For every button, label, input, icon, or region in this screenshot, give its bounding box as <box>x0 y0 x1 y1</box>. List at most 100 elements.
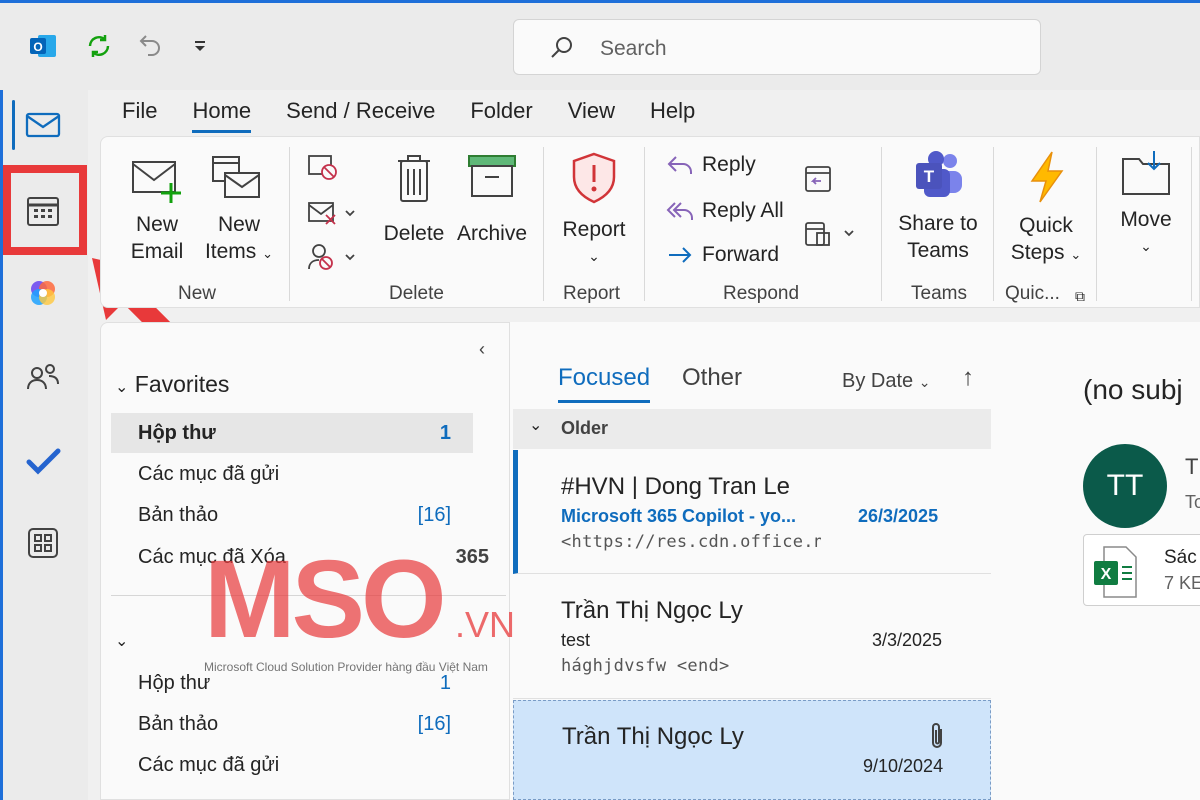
undo-icon[interactable] <box>132 29 166 63</box>
forward-icon <box>669 247 692 263</box>
group-header-older[interactable]: ⌄ Older <box>513 409 991 449</box>
tab-file[interactable]: File <box>122 98 157 133</box>
ribbon-divider <box>644 147 645 301</box>
reply-label: Reply <box>702 153 756 176</box>
attachment-card[interactable]: X Sác 7 KE <box>1083 534 1200 606</box>
tab-other[interactable]: Other <box>682 364 742 392</box>
group-quick-label: Quic... <box>1005 283 1060 304</box>
chevron-down-icon: ⌄ <box>1140 238 1152 254</box>
collapse-pane-icon[interactable]: ‹ <box>479 339 485 360</box>
ribbon-divider <box>289 147 290 301</box>
svg-text:O: O <box>33 40 42 54</box>
share-to-teams-button[interactable]: T Share to Teams <box>897 149 979 264</box>
meeting-reply-button[interactable] <box>803 163 835 202</box>
tab-focused[interactable]: Focused <box>558 364 651 403</box>
calendar-reply-icon <box>805 166 831 192</box>
ribbon-divider <box>993 147 994 301</box>
message-subject: (no subj <box>1083 374 1183 405</box>
favorites-header[interactable]: ⌄ Favorites <box>115 371 229 398</box>
tab-folder[interactable]: Folder <box>470 98 532 133</box>
archive-icon <box>468 155 516 197</box>
group-teams-label: Teams <box>911 283 967 304</box>
reply-icon <box>667 156 692 174</box>
report-button[interactable]: Report ⌄ <box>561 151 627 270</box>
ribbon-divider <box>881 147 882 301</box>
ribbon-divider <box>543 147 544 301</box>
more-respond-icon <box>805 222 854 246</box>
new-items-button[interactable] <box>205 151 265 214</box>
mail-item-selected[interactable]: Trần Thị Ngọc Ly 9/10/2024 <box>513 700 991 800</box>
menu-tabs: File Home Send / Receive Folder View Hel… <box>122 98 730 133</box>
title-bar: O Search <box>0 0 1200 90</box>
clean-up-button[interactable] <box>306 199 358 236</box>
sync-icon[interactable] <box>82 29 116 63</box>
account-header[interactable]: ⌄ <box>115 625 128 652</box>
mail-item[interactable]: #HVN | Dong Tran Le Microsoft 365 Copilo… <box>513 450 991 574</box>
ignore-icon <box>308 155 337 180</box>
mail-sender: Trần Thị Ngọc Ly <box>561 597 743 624</box>
reply-button[interactable]: Reply <box>666 153 756 177</box>
group-respond-label: Respond <box>723 283 800 304</box>
quick-steps-button[interactable]: Quick Steps ⌄ <box>1005 149 1087 268</box>
avatar[interactable]: TT <box>1083 444 1167 528</box>
move-button[interactable]: Move ⌄ <box>1111 149 1181 260</box>
sort-direction-icon[interactable]: ↑ <box>962 364 974 392</box>
folder-label: Các mục đã gửi <box>138 463 280 485</box>
reply-all-label: Reply All <box>702 199 784 222</box>
chevron-down-icon: ⌄ <box>115 379 129 396</box>
chevron-down-icon: ⌄ <box>115 633 129 650</box>
folder-sent-favorite[interactable]: Các mục đã gửi <box>111 454 473 494</box>
ignore-button[interactable] <box>306 153 340 190</box>
paperclip-icon <box>926 721 948 756</box>
mail-item[interactable]: Trần Thị Ngọc Ly test 3/3/2025 hághjdvsf… <box>513 575 991 699</box>
folder-drafts[interactable]: Bản thảo [16] <box>111 704 473 744</box>
people-icon[interactable] <box>22 356 64 398</box>
attachment-size: 7 KE <box>1164 573 1200 593</box>
new-items-icon <box>212 156 260 198</box>
folder-label: Các mục đã gửi <box>138 754 280 776</box>
junk-button[interactable] <box>306 241 358 280</box>
message-list: Focused Other By Date ⌄ ↑ ⌄ Older #HVN |… <box>510 322 1040 800</box>
new-email-button[interactable] <box>129 157 185 214</box>
todo-icon[interactable] <box>22 440 64 482</box>
chevron-down-icon: ⌄ <box>529 417 543 434</box>
tab-view[interactable]: View <box>568 98 615 133</box>
copilot-icon[interactable] <box>22 272 64 314</box>
delete-button[interactable]: Delete <box>383 151 445 247</box>
mail-icon[interactable] <box>22 104 64 146</box>
more-apps-icon[interactable] <box>22 522 64 564</box>
trash-icon <box>398 155 430 202</box>
archive-button[interactable]: Archive <box>457 151 527 247</box>
delete-label: Delete <box>383 222 445 245</box>
reading-pane: (no subj TT T To X Sác 7 KE <box>1025 322 1200 800</box>
folder-sent[interactable]: Các mục đã gửi <box>111 745 473 785</box>
tab-send-receive[interactable]: Send / Receive <box>286 98 435 133</box>
tab-home[interactable]: Home <box>192 98 252 133</box>
folder-label: Hộp thư <box>138 422 216 444</box>
folder-label: Bản thảo <box>138 713 219 735</box>
folder-inbox[interactable]: Hộp thư 1 <box>111 663 473 703</box>
search-input[interactable]: Search <box>513 19 1041 75</box>
group-label: Older <box>561 418 609 438</box>
folder-inbox-favorite[interactable]: Hộp thư 1 <box>111 413 473 453</box>
folder-label: Bản thảo <box>138 504 219 526</box>
more-respond-button[interactable] <box>803 217 859 256</box>
lightning-icon <box>1030 151 1064 203</box>
customize-toolbar-icon[interactable] <box>183 29 217 63</box>
folder-drafts-favorite[interactable]: Bản thảo [16] <box>111 495 473 535</box>
forward-button[interactable]: Forward <box>666 243 779 267</box>
sort-dropdown[interactable]: By Date ⌄ <box>842 370 930 393</box>
folder-deleted-favorite[interactable]: Các mục đã Xóa 365 <box>111 537 489 577</box>
unread-count: 1 <box>439 422 451 444</box>
sort-label: By Date <box>842 370 914 392</box>
folder-label: Hộp thư <box>138 672 211 694</box>
ribbon-divider <box>1096 147 1097 301</box>
calendar-highlight-box <box>3 165 87 255</box>
group-new-label: New <box>178 283 217 304</box>
active-indicator <box>12 100 15 150</box>
dialog-launcher-icon[interactable]: ⧉ <box>1075 283 1085 310</box>
reply-all-button[interactable]: Reply All <box>666 199 784 223</box>
tab-help[interactable]: Help <box>650 98 695 133</box>
move-folder-icon <box>1122 151 1170 195</box>
group-report-label: Report <box>563 283 621 304</box>
